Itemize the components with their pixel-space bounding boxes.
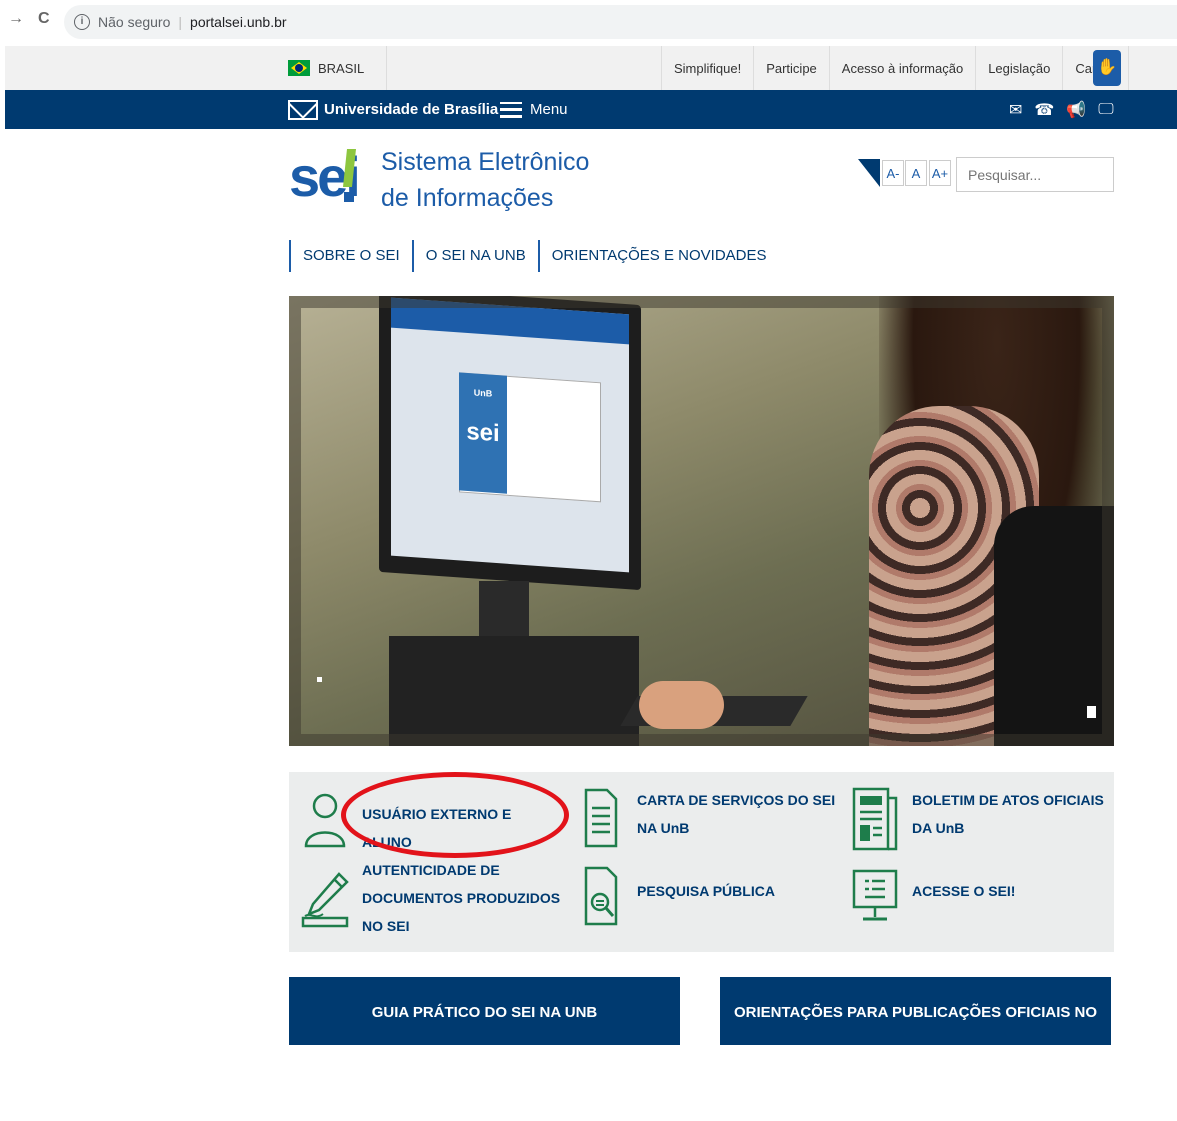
document-list-icon	[584, 788, 618, 848]
unb-logo-icon	[288, 99, 318, 120]
menu-button[interactable]: Menu	[500, 90, 568, 129]
browser-toolbar: → C i Não seguro | portalsei.unb.br	[0, 0, 1177, 46]
font-decrease-button[interactable]: A-	[882, 160, 904, 186]
security-status: Não seguro	[98, 14, 171, 30]
unb-home-link[interactable]: Universidade de Brasília	[288, 90, 498, 129]
service-label: ACESSE O SEI!	[912, 883, 1016, 899]
section-nav-sobre[interactable]: SOBRE O SEI	[289, 240, 412, 272]
guia-pratico-button[interactable]: GUIA PRÁTICO DO SEI NA UNB	[289, 977, 680, 1045]
font-reset-button[interactable]: A	[905, 160, 927, 186]
gov-link-participe[interactable]: Participe	[753, 46, 829, 90]
sei-logo[interactable]: sei	[289, 143, 361, 211]
navbar-icons: ✉ ☎ 📢 🖵	[1009, 90, 1114, 129]
phone-icon[interactable]: ☎	[1034, 100, 1054, 120]
forward-icon[interactable]: →	[8, 10, 24, 28]
carousel-pause-control[interactable]	[1087, 706, 1096, 718]
hamburger-icon	[500, 101, 522, 118]
university-navbar: Universidade de Brasília Menu ✉ ☎ 📢 🖵	[5, 90, 1177, 129]
section-nav-sei-unb[interactable]: O SEI NA UNB	[411, 240, 538, 272]
user-icon	[304, 793, 346, 848]
gov-link-legislacao[interactable]: Legislação	[975, 46, 1062, 90]
system-title: Sistema Eletrônico de Informações	[381, 144, 589, 216]
signature-pen-icon	[301, 872, 349, 928]
brasil-label: BRASIL	[318, 60, 365, 76]
sei-logo-dot	[344, 192, 354, 202]
site-info-icon[interactable]: i	[74, 14, 90, 30]
font-increase-button[interactable]: A+	[929, 160, 951, 186]
university-name: Universidade de Brasília	[324, 101, 499, 118]
section-nav-orientacoes[interactable]: ORIENTAÇÕES E NOVIDADES	[537, 240, 779, 272]
url-text[interactable]: portalsei.unb.br	[190, 14, 287, 30]
contrast-toggle-icon[interactable]	[858, 159, 880, 187]
system-title-line1: Sistema Eletrônico	[381, 148, 590, 176]
reload-icon[interactable]: C	[38, 10, 50, 28]
gov-link-simplifique[interactable]: Simplifique!	[661, 46, 753, 90]
computer-monitor-icon	[852, 869, 898, 921]
carousel-prev-control[interactable]	[317, 677, 322, 682]
orientacoes-publicacoes-button[interactable]: ORIENTAÇÕES PARA PUBLICAÇÕES OFICIAIS NO…	[720, 977, 1111, 1093]
system-title-line2: de Informações	[381, 184, 554, 212]
mail-icon[interactable]: ✉	[1009, 100, 1022, 120]
monitor-icon[interactable]: 🖵	[1098, 101, 1113, 119]
service-label: PESQUISA PÚBLICA	[637, 883, 775, 899]
newspaper-icon	[852, 787, 898, 851]
gov-top-bar: BRASIL Simplifique! Participe Acesso à i…	[5, 46, 1177, 91]
gov-links: Simplifique! Participe Acesso à informaç…	[661, 46, 1129, 90]
address-separator: |	[178, 14, 183, 30]
service-label: BOLETIM DE ATOS OFICIAIS DA UnB	[912, 792, 1104, 836]
brazil-flag-icon	[288, 60, 310, 76]
brasil-link[interactable]: BRASIL	[288, 46, 387, 90]
sign-language-icon[interactable]: ✋	[1093, 50, 1121, 86]
menu-label: Menu	[530, 101, 568, 118]
megaphone-icon[interactable]: 📢	[1066, 100, 1086, 120]
gov-link-acesso-informacao[interactable]: Acesso à informação	[828, 46, 975, 90]
hero-banner-image: UnB sei	[289, 296, 1114, 746]
hero-vignette	[289, 296, 1114, 746]
document-search-icon	[584, 866, 618, 926]
service-label: CARTA DE SERVIÇOS DO SEI NA UnB	[637, 792, 836, 836]
highlight-annotation	[341, 772, 569, 858]
search-input[interactable]	[956, 157, 1114, 192]
address-bar[interactable]: i Não seguro | portalsei.unb.br	[64, 5, 1177, 39]
service-label: AUTENTICIDADE DE DOCUMENTOS PRODUZIDOS N…	[362, 862, 561, 934]
section-nav: SOBRE O SEI O SEI NA UNB ORIENTAÇÕES E N…	[289, 240, 779, 272]
